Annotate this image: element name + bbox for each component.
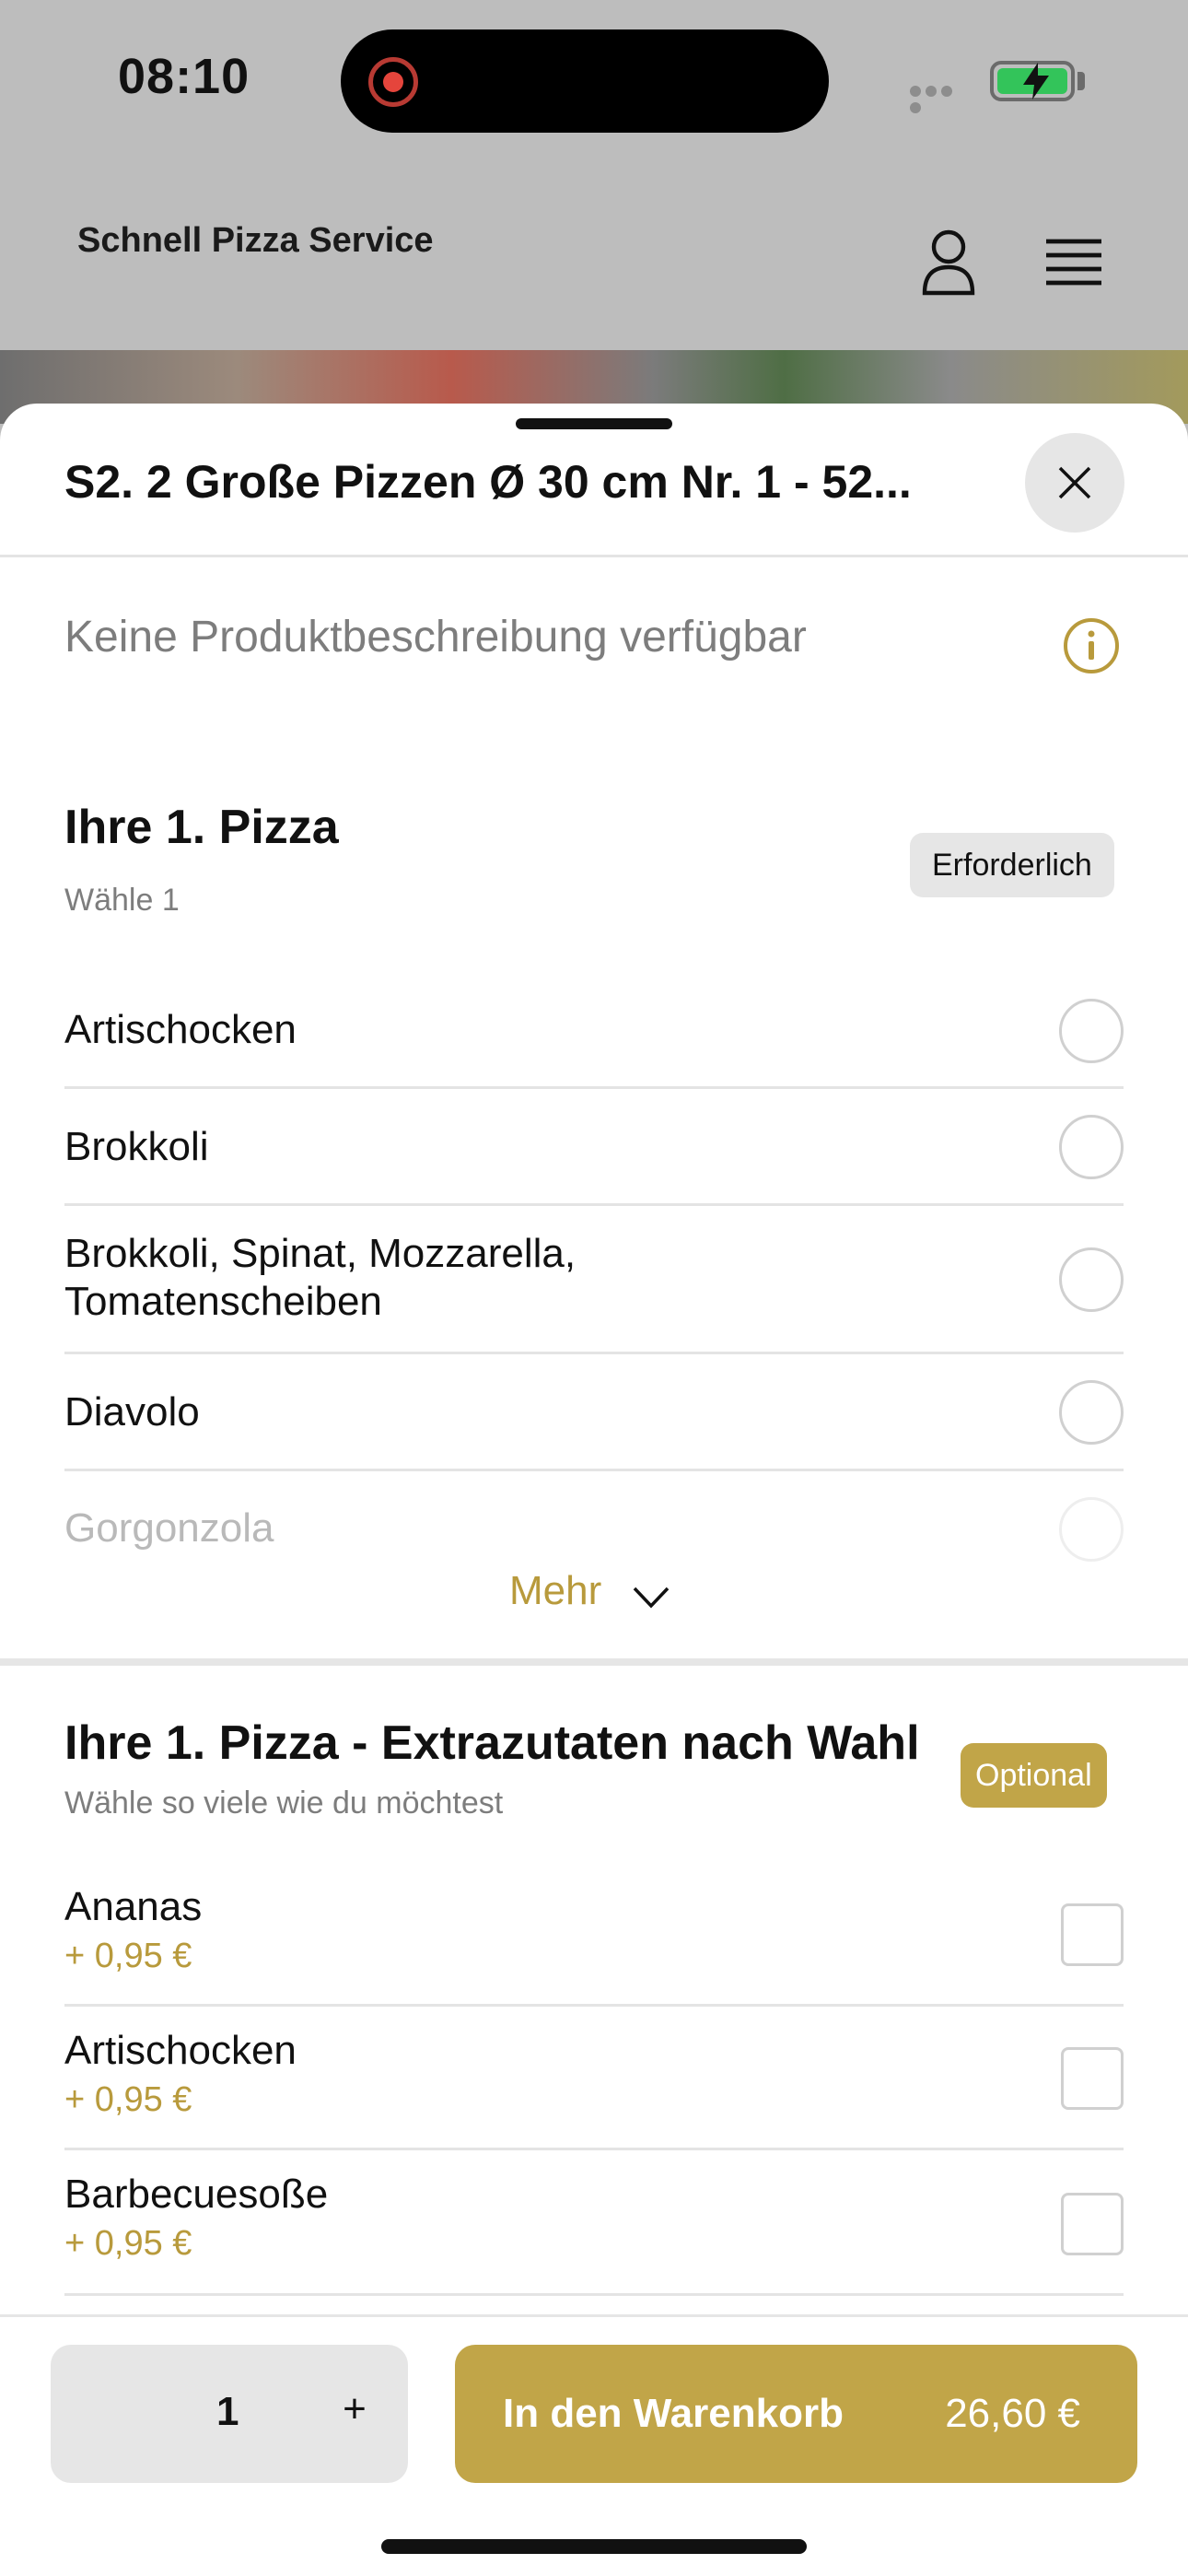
chevron-down-icon[interactable] [632, 1585, 670, 1610]
option-row[interactable]: Diavolo [64, 1354, 1124, 1471]
cart-total-price: 26,60 € [945, 2391, 1080, 2436]
sheet-grabber[interactable] [516, 418, 672, 429]
quantity-value: 1 [216, 2389, 239, 2434]
increment-button[interactable]: + [327, 2382, 382, 2437]
extra-label: Barbecuesoße [64, 2172, 329, 2217]
divider [0, 555, 1188, 557]
app-header: Schnell Pizza Service [0, 166, 1188, 350]
product-sheet: S2. 2 Große Pizzen Ø 30 cm Nr. 1 - 52...… [0, 404, 1188, 2576]
option-row[interactable]: Artischocken [64, 973, 1124, 1089]
option-label: Brokkoli, Spinat, Mozzarella, Tomatensch… [64, 1231, 577, 1324]
product-description: Keine Produktbeschreibung verfügbar [64, 613, 807, 662]
option-radio[interactable] [1059, 1380, 1124, 1445]
extra-row[interactable]: Ananas + 0,95 € [64, 1859, 1124, 2007]
status-time: 08:10 [118, 49, 250, 104]
add-to-cart-button[interactable]: In den Warenkorb 26,60 € [455, 2345, 1137, 2483]
option-radio[interactable] [1059, 1115, 1124, 1179]
option-label: Brokkoli [64, 1124, 209, 1169]
extra-checkbox[interactable] [1061, 2047, 1124, 2110]
record-icon [368, 57, 418, 107]
extra-checkbox[interactable] [1061, 1903, 1124, 1966]
bottom-action-bar: 1 + In den Warenkorb 26,60 € [0, 2314, 1188, 2576]
brand-name: Schnell Pizza Service [77, 221, 434, 260]
section-separator [0, 1658, 1188, 1666]
info-icon[interactable] [1063, 617, 1120, 674]
add-to-cart-label: In den Warenkorb [503, 2391, 844, 2436]
group2-title: Ihre 1. Pizza - Extrazutaten nach Wahl [64, 1716, 920, 1770]
product-title: S2. 2 Große Pizzen Ø 30 cm Nr. 1 - 52... [64, 456, 912, 508]
status-bar: 08:10 [0, 0, 1188, 166]
option-radio[interactable] [1059, 1497, 1124, 1562]
close-button[interactable] [1025, 433, 1124, 533]
option-radio[interactable] [1059, 999, 1124, 1063]
battery-icon [990, 61, 1075, 101]
extra-label: Ananas [64, 1884, 203, 1929]
home-indicator[interactable] [381, 2539, 807, 2554]
group2-subtitle: Wähle so viele wie du möchtest [64, 1786, 504, 1821]
extra-checkbox[interactable] [1061, 2193, 1124, 2255]
extra-price: + 0,95 € [64, 2080, 192, 2119]
required-badge: Erforderlich [910, 833, 1114, 897]
extra-label: Artischocken [64, 2028, 297, 2073]
option-label: Artischocken [64, 1007, 297, 1052]
group1-title: Ihre 1. Pizza [64, 801, 339, 854]
option-radio[interactable] [1059, 1247, 1124, 1312]
more-button[interactable]: Mehr [509, 1568, 601, 1623]
option-label: Gorgonzola [64, 1505, 274, 1551]
menu-icon[interactable] [1044, 236, 1103, 287]
option-row[interactable]: Gorgonzola [64, 1471, 1124, 1563]
quantity-stepper: 1 + [51, 2345, 408, 2483]
user-icon[interactable] [919, 227, 978, 297]
optional-badge: Optional [961, 1743, 1107, 1808]
dynamic-island [341, 29, 829, 133]
extra-row[interactable]: Artischocken + 0,95 € [64, 2007, 1124, 2150]
extra-price: + 0,95 € [64, 1937, 192, 1975]
group1-subtitle: Wähle 1 [64, 883, 180, 918]
battery-cap [1077, 72, 1085, 90]
close-icon [1058, 466, 1091, 499]
extra-row[interactable]: Barbecuesoße + 0,95 € [64, 2150, 1124, 2296]
signal-icon [910, 85, 971, 113]
extra-price: + 0,95 € [64, 2224, 192, 2263]
option-row[interactable]: Brokkoli, Spinat, Mozzarella, Tomatensch… [64, 1206, 1124, 1354]
option-row[interactable]: Brokkoli [64, 1089, 1124, 1206]
option-label: Diavolo [64, 1389, 200, 1434]
